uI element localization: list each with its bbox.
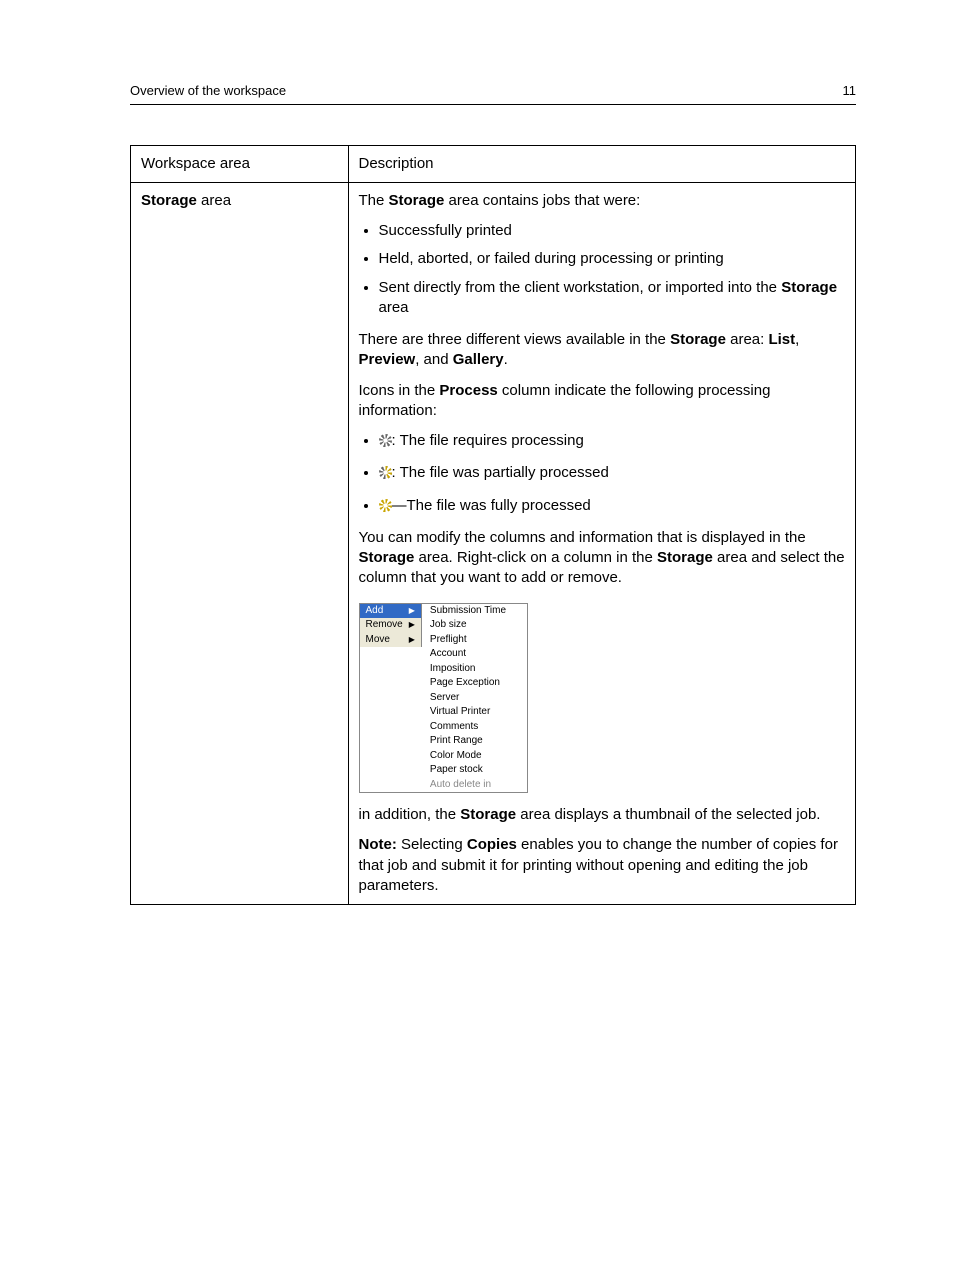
gear-partial-icon [379, 466, 392, 479]
text: in addition, the [359, 806, 461, 823]
th-description: Description [348, 145, 856, 182]
process-icon-list: : The file requires processing : The fil… [359, 431, 846, 516]
text: : The file was partially processed [392, 464, 609, 481]
job-status-list: Successfully printed Held, aborted, or f… [359, 221, 846, 318]
views-line: There are three different views availabl… [359, 330, 846, 371]
list-item: —The file was fully processed [379, 496, 846, 516]
menu-item: Comments [422, 720, 527, 735]
menu-item: Account [422, 647, 527, 662]
chevron-right-icon: ▶ [409, 635, 415, 645]
process-line: Icons in the Process column indicate the… [359, 381, 846, 422]
page-number: 11 [843, 82, 857, 100]
text: , and [415, 351, 453, 368]
addition-line: in addition, the Storage area displays a… [359, 805, 846, 825]
th-workspace-area: Workspace area [131, 145, 349, 182]
header-title: Overview of the workspace [130, 82, 286, 100]
text: Storage [389, 192, 445, 209]
context-menu-screenshot: Add ▶ Remove ▶ Move ▶ Submission Time Job s… [359, 603, 528, 794]
workspace-table: Workspace area Description Storage area … [130, 145, 856, 906]
menu-item: Preflight [422, 633, 527, 648]
text: area contains jobs that were: [444, 192, 640, 209]
text: Note: [359, 836, 397, 853]
storage-rest: area [197, 192, 231, 209]
text: Copies [467, 836, 517, 853]
text: Storage [670, 331, 726, 348]
text: Move [366, 634, 390, 647]
document-page: Overview of the workspace 11 Workspace a… [0, 0, 954, 1270]
list-item: : The file was partially processed [379, 463, 846, 483]
gear-full-icon [379, 499, 392, 512]
menu-item-move: Move ▶ [360, 633, 421, 648]
text: List [768, 331, 795, 348]
context-menu-actions: Add ▶ Remove ▶ Move ▶ [360, 604, 422, 648]
text: Storage [460, 806, 516, 823]
menu-item: Color Mode [422, 749, 527, 764]
gear-empty-icon [379, 434, 392, 447]
text: . [504, 351, 508, 368]
text: Preview [359, 351, 416, 368]
text: Add [366, 605, 384, 618]
text: There are three different views availabl… [359, 331, 671, 348]
text: Remove [366, 619, 403, 632]
menu-item: Submission Time [422, 604, 527, 619]
text: Sent directly from the client workstatio… [379, 279, 782, 296]
menu-item-add: Add ▶ [360, 604, 421, 619]
storage-bold: Storage [141, 192, 197, 209]
text: Selecting [397, 836, 467, 853]
intro-line: The Storage area contains jobs that were… [359, 191, 846, 211]
menu-item: Print Range [422, 734, 527, 749]
menu-item: Virtual Printer [422, 705, 527, 720]
list-item: Held, aborted, or failed during processi… [379, 249, 846, 269]
chevron-right-icon: ▶ [409, 606, 415, 616]
list-item: : The file requires processing [379, 431, 846, 451]
page-header: Overview of the workspace 11 [130, 82, 856, 105]
text: Storage [781, 279, 837, 296]
text: You can modify the columns and informati… [359, 529, 806, 546]
cell-workspace-area: Storage area [131, 182, 349, 904]
text: Icons in the [359, 382, 440, 399]
text: area displays a thumbnail of the selecte… [516, 806, 820, 823]
modify-columns-line: You can modify the columns and informati… [359, 528, 846, 589]
menu-item: Job size [422, 618, 527, 633]
menu-item: Page Exception [422, 676, 527, 691]
text: The [359, 192, 389, 209]
text: Storage [359, 549, 415, 566]
menu-item: Auto delete in [422, 778, 527, 793]
context-menu-columns: Submission Time Job size Preflight Accou… [422, 604, 527, 793]
text: Storage [657, 549, 713, 566]
text: : The file requires processing [392, 432, 584, 449]
cell-description: The Storage area contains jobs that were… [348, 182, 856, 904]
note-line: Note: Selecting Copies enables you to ch… [359, 835, 846, 896]
list-item: Sent directly from the client workstatio… [379, 278, 846, 319]
text: area [379, 299, 409, 316]
menu-item: Server [422, 691, 527, 706]
menu-item: Paper stock [422, 763, 527, 778]
text: , [795, 331, 799, 348]
text: Process [439, 382, 497, 399]
text: —The file was fully processed [392, 497, 591, 514]
menu-item: Imposition [422, 662, 527, 677]
text: area: [726, 331, 769, 348]
text: Gallery [453, 351, 504, 368]
text: area. Right-click on a column in the [414, 549, 657, 566]
menu-item-remove: Remove ▶ [360, 618, 421, 633]
list-item: Successfully printed [379, 221, 846, 241]
chevron-right-icon: ▶ [409, 620, 415, 630]
